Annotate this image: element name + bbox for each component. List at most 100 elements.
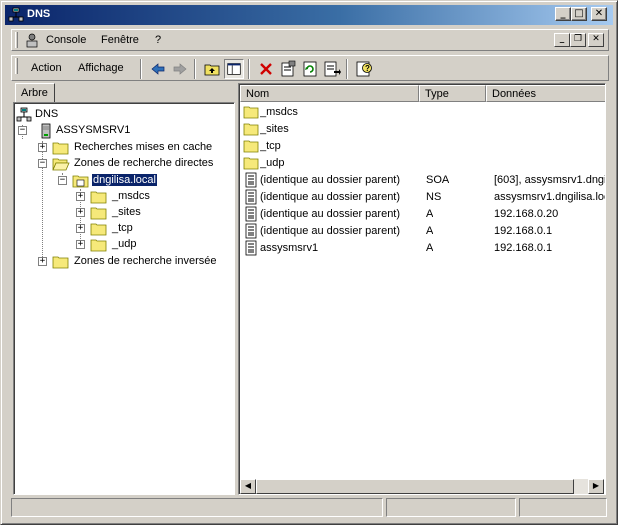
- record-name: _udp: [260, 157, 285, 169]
- minimize-icon: _: [559, 34, 565, 44]
- tree-node-label: _udp: [112, 238, 137, 250]
- close-button[interactable]: ✕: [591, 7, 607, 21]
- export-list-icon[interactable]: [322, 59, 342, 79]
- menu-console[interactable]: Console: [46, 34, 86, 46]
- tree-node-label: dngilisa.local: [91, 173, 158, 187]
- record-type: A: [426, 242, 434, 254]
- folder-icon: [90, 191, 107, 204]
- tree-node-label: _msdcs: [112, 190, 150, 202]
- expand-icon[interactable]: +: [38, 143, 47, 152]
- record-name: _tcp: [260, 140, 281, 152]
- folder-icon: [243, 157, 259, 170]
- forward-arrow-icon[interactable]: [170, 59, 190, 79]
- expand-icon[interactable]: +: [76, 208, 85, 217]
- record-name: (identique au dossier parent): [260, 174, 401, 186]
- list-item[interactable]: _sites: [240, 121, 605, 138]
- list-item[interactable]: (identique au dossier parent) A 192.168.…: [240, 223, 605, 240]
- window-title: DNS: [27, 8, 51, 20]
- list-item[interactable]: assysmsrv1 A 192.168.0.1: [240, 240, 605, 257]
- list-item[interactable]: _tcp: [240, 138, 605, 155]
- toolbar-separator: [248, 59, 250, 79]
- refresh-icon[interactable]: [300, 59, 320, 79]
- up-folder-icon[interactable]: [202, 59, 222, 79]
- server-icon: [41, 123, 51, 139]
- column-header-data[interactable]: Données: [486, 85, 605, 102]
- record-icon: [245, 206, 257, 222]
- folder-icon: [90, 207, 107, 220]
- record-name: (identique au dossier parent): [260, 191, 401, 203]
- expand-icon[interactable]: +: [76, 224, 85, 233]
- scroll-left-button[interactable]: ◀: [240, 479, 256, 494]
- record-icon: [245, 189, 257, 205]
- column-header-type[interactable]: Type: [419, 85, 486, 102]
- record-icon: [245, 240, 257, 256]
- folder-icon: [243, 123, 259, 136]
- status-panel: [519, 498, 607, 517]
- back-arrow-icon[interactable]: [148, 59, 168, 79]
- tab-tree[interactable]: Arbre: [15, 83, 55, 103]
- scroll-right-button[interactable]: ▶: [588, 479, 604, 494]
- maximize-button[interactable]: □: [571, 7, 587, 21]
- menu-grip[interactable]: [15, 32, 18, 48]
- record-data: [603], assysmsrv1.dngilisa.local., hostm…: [494, 174, 605, 186]
- child-restore-button[interactable]: ❐: [570, 33, 586, 47]
- tree-node-label: Recherches mises en cache: [74, 141, 213, 153]
- record-name: _sites: [260, 123, 289, 135]
- expand-icon[interactable]: +: [38, 257, 47, 266]
- list-item[interactable]: (identique au dossier parent) NS assysms…: [240, 189, 605, 206]
- status-bar: [11, 498, 609, 518]
- menu-window[interactable]: Fenêtre: [101, 34, 139, 46]
- tree-node-label: Zones de recherche inversée: [74, 255, 217, 267]
- help-icon[interactable]: ?: [354, 59, 374, 79]
- folder-icon: [243, 106, 259, 119]
- record-name: _msdcs: [260, 106, 298, 118]
- mmc-window: DNS _ □ ✕ Console Fenêtre ? _ ❐ ✕ Action…: [0, 0, 618, 525]
- properties-icon[interactable]: [278, 59, 298, 79]
- horizontal-scrollbar[interactable]: ◀ ▶: [240, 479, 604, 494]
- child-close-button[interactable]: ✕: [588, 33, 604, 47]
- list-item[interactable]: _udp: [240, 155, 605, 172]
- expand-icon[interactable]: +: [76, 192, 85, 201]
- menu-view[interactable]: Affichage: [78, 62, 124, 74]
- collapse-icon[interactable]: −: [58, 176, 67, 185]
- tree-node-label: _sites: [112, 206, 141, 218]
- console-icon[interactable]: [24, 32, 40, 48]
- details-list: Nom Type Données _msdcs _sites _tcp _udp: [238, 83, 606, 495]
- list-item[interactable]: (identique au dossier parent) SOA [603],…: [240, 172, 605, 189]
- title-bar[interactable]: DNS _ □ ✕: [5, 5, 613, 25]
- tree-pane: DNS − ASSYSMSRV1 + Recherches mises en c…: [13, 102, 235, 495]
- expand-icon[interactable]: +: [76, 240, 85, 249]
- folder-icon: [52, 142, 69, 155]
- minimize-button[interactable]: _: [555, 7, 571, 21]
- folder-icon: [243, 140, 259, 153]
- record-data: 192.168.0.20: [494, 208, 559, 220]
- menu-help[interactable]: ?: [155, 34, 161, 46]
- maximize-icon: □: [574, 8, 584, 19]
- toolbar-grip[interactable]: [15, 58, 18, 74]
- scroll-thumb[interactable]: [256, 479, 574, 494]
- delete-icon[interactable]: [256, 59, 276, 79]
- list-item[interactable]: (identique au dossier parent) A 192.168.…: [240, 206, 605, 223]
- folder-icon: [52, 256, 69, 269]
- toolbar: Action Affichage ?: [11, 55, 609, 81]
- dns-icon: [8, 7, 24, 22]
- zone-folder-icon: [72, 175, 89, 188]
- record-icon: [245, 172, 257, 188]
- show-tree-icon[interactable]: [224, 59, 244, 79]
- collapse-icon[interactable]: −: [18, 126, 27, 135]
- close-icon: ✕: [592, 34, 600, 44]
- child-minimize-button[interactable]: _: [554, 33, 570, 47]
- list-item[interactable]: _msdcs: [240, 104, 605, 121]
- arrow-left-icon: ◀: [244, 481, 252, 490]
- record-type: A: [426, 225, 434, 237]
- collapse-icon[interactable]: −: [38, 159, 47, 168]
- tree-node-label: DNS: [35, 108, 59, 120]
- menu-action[interactable]: Action: [31, 62, 62, 74]
- column-header-name[interactable]: Nom: [240, 85, 419, 102]
- toolbar-separator: [140, 59, 142, 79]
- record-type: A: [426, 208, 434, 220]
- record-type: NS: [426, 191, 442, 203]
- record-name: assysmsrv1: [260, 242, 319, 254]
- record-data: 192.168.0.1: [494, 242, 553, 254]
- arrow-right-icon: ▶: [592, 481, 600, 490]
